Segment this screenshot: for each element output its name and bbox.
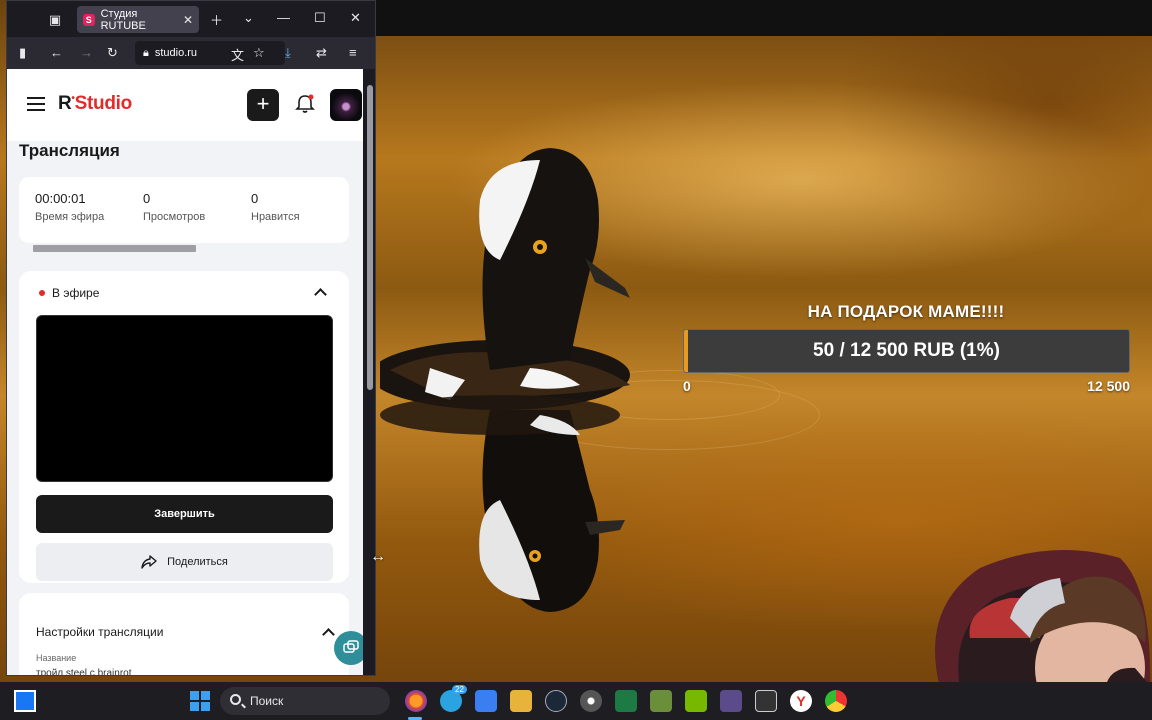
browser-window: ▣ S Студия RUTUBE ✕ ＋ ⌄ — ☐ ✕ ▮ ← → ↻ ⛉ … bbox=[6, 0, 376, 676]
windows-start-icon[interactable] bbox=[190, 691, 210, 711]
search-placeholder: Поиск bbox=[250, 694, 284, 708]
app-blue-icon[interactable] bbox=[475, 690, 497, 712]
video-top-strip bbox=[376, 0, 1152, 36]
stat-label: Время эфира bbox=[35, 211, 105, 223]
tab-title: Студия RUTUBE bbox=[100, 7, 146, 32]
resize-cursor-icon: ↔ bbox=[370, 548, 386, 565]
minecraft-icon[interactable] bbox=[650, 690, 672, 712]
goal-max-label: 12 500 bbox=[1087, 378, 1130, 394]
telegram-unread-badge: 22 bbox=[452, 685, 467, 694]
stream-settings-card: Настройки трансляции Название тройл stee… bbox=[19, 593, 349, 675]
sidebar-toggle-icon[interactable]: ▮ bbox=[19, 45, 26, 61]
pinned-app-icon[interactable] bbox=[14, 690, 36, 712]
taskbar-search[interactable]: Поиск bbox=[220, 687, 390, 715]
stat-label: Нравится bbox=[251, 211, 300, 223]
downloads-icon[interactable]: ⤓ bbox=[285, 45, 291, 61]
stat-label: Просмотров bbox=[143, 211, 206, 223]
stat-airtime: 00:00:01 Время эфира bbox=[35, 191, 104, 223]
tab-close-icon[interactable]: ✕ bbox=[183, 13, 193, 27]
excel-icon[interactable] bbox=[615, 690, 637, 712]
logo-r-text: R bbox=[58, 93, 72, 114]
goal-min-label: 0 bbox=[683, 378, 691, 394]
new-tab-button[interactable]: ＋ bbox=[210, 10, 223, 29]
notifications-bell-icon[interactable] bbox=[294, 93, 316, 115]
back-button[interactable]: ← bbox=[50, 45, 63, 60]
extensions-icon[interactable]: ⇄ bbox=[316, 45, 327, 61]
translate-icon[interactable]: 文 bbox=[231, 45, 244, 64]
share-arrow-icon bbox=[141, 555, 157, 569]
nvidia-icon[interactable] bbox=[685, 690, 707, 712]
browser-tabbar: ▣ S Студия RUTUBE ✕ ＋ ⌄ — ☐ ✕ bbox=[7, 1, 375, 37]
lock-icon: 🔒︎ bbox=[143, 46, 149, 59]
stream-stats-card: 00:00:01 Время эфира 0 Просмотров 0 Нрав… bbox=[19, 177, 349, 243]
minimize-button[interactable]: — bbox=[277, 10, 290, 25]
support-chat-button[interactable] bbox=[334, 631, 363, 665]
create-button[interactable]: + bbox=[247, 89, 279, 121]
logo-studio-text: Studio bbox=[74, 93, 133, 114]
browser-tab-active[interactable]: S Студия RUTUBE ✕ bbox=[77, 6, 199, 33]
horizontal-scrollbar[interactable] bbox=[33, 245, 196, 252]
chrome-alt-icon[interactable] bbox=[825, 690, 847, 712]
stat-value: 00:00:01 bbox=[35, 191, 86, 206]
reload-button[interactable]: ↻ bbox=[107, 45, 118, 61]
rutube-studio-page: R•Studio + Трансляция 00:00:01 Время эфи… bbox=[7, 69, 363, 675]
share-button-label: Поделиться bbox=[167, 556, 228, 568]
stream-name-value[interactable]: тройл steel с brainrot bbox=[36, 668, 132, 675]
stat-value: 0 bbox=[251, 191, 259, 206]
duck-image bbox=[380, 148, 630, 612]
stat-views: 0 Просмотров bbox=[143, 191, 205, 223]
live-indicator-dot bbox=[39, 290, 45, 296]
webcam-feed bbox=[935, 550, 1152, 688]
rutube-favicon-icon: S bbox=[83, 13, 95, 26]
tab-list-chevron-icon[interactable]: ⌄ bbox=[243, 10, 254, 26]
url-text: studio.ru bbox=[154, 47, 198, 59]
game-icon[interactable] bbox=[720, 690, 742, 712]
user-avatar[interactable] bbox=[330, 89, 362, 121]
settings-title: Настройки трансляции bbox=[36, 625, 164, 639]
bookmark-star-icon[interactable]: ☆ bbox=[253, 45, 265, 61]
windows-taskbar: Поиск 22 Y bbox=[0, 682, 1152, 720]
stream-name-label: Название bbox=[36, 653, 77, 663]
page-vertical-scrollbar[interactable] bbox=[367, 85, 373, 390]
menu-icon[interactable]: ≡ bbox=[349, 45, 357, 60]
chat-bubble-icon bbox=[343, 640, 359, 653]
yandex-icon[interactable]: Y bbox=[790, 690, 812, 712]
live-status-label: В эфире bbox=[52, 286, 100, 300]
chevron-up-icon[interactable] bbox=[314, 288, 327, 301]
chevron-up-icon[interactable] bbox=[322, 628, 335, 641]
maximize-button[interactable]: ☐ bbox=[314, 10, 326, 26]
app-header: R•Studio + bbox=[7, 69, 363, 141]
hamburger-menu-icon[interactable] bbox=[27, 97, 45, 115]
inkscape-icon[interactable] bbox=[755, 690, 777, 712]
goal-title: НА ПОДАРОК МАМЕ!!!! bbox=[807, 302, 1005, 321]
goal-progress-bar: 50 / 12 500 RUB (1%) bbox=[683, 329, 1130, 373]
end-stream-button[interactable]: Завершить bbox=[36, 495, 333, 533]
stat-value: 0 bbox=[143, 191, 151, 206]
browser-navbar: ▮ ← → ↻ ⛉ 🔒︎ studio.ru 文 ☆ ⤓ ⇄ ≡ bbox=[7, 37, 375, 69]
steam-icon[interactable] bbox=[545, 690, 567, 712]
goal-progress-text: 50 / 12 500 RUB (1%) bbox=[813, 340, 1000, 361]
firefox-icon[interactable] bbox=[405, 690, 427, 712]
forward-button[interactable]: → bbox=[80, 45, 93, 60]
tab-overview-icon[interactable]: ▣ bbox=[41, 12, 69, 28]
live-section-card: В эфире Завершить Поделиться bbox=[19, 271, 349, 583]
share-button[interactable]: Поделиться bbox=[36, 543, 333, 581]
folder-icon[interactable] bbox=[510, 690, 532, 712]
page-title: Трансляция bbox=[19, 141, 120, 160]
close-window-button[interactable]: ✕ bbox=[350, 10, 361, 26]
stream-preview-player[interactable] bbox=[36, 315, 333, 482]
obs-icon[interactable] bbox=[580, 690, 602, 712]
search-icon bbox=[230, 694, 241, 705]
stat-likes: 0 Нравится bbox=[251, 191, 300, 223]
rutube-studio-logo[interactable]: R•Studio bbox=[58, 93, 132, 115]
